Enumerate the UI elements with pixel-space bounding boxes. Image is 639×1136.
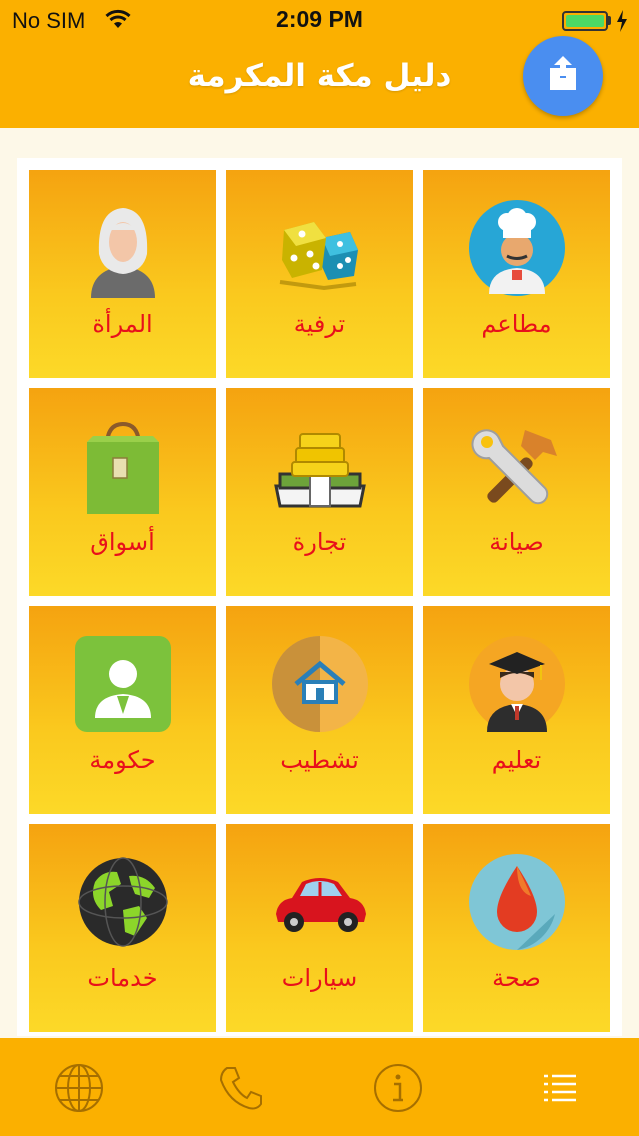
shopping-bag-icon	[87, 421, 159, 514]
tab-globe[interactable]	[53, 1062, 105, 1114]
blood-drop-icon	[469, 854, 565, 950]
category-tile-cars[interactable]: سيارات	[226, 824, 413, 1032]
battery-icon	[562, 11, 608, 31]
battery-tip	[608, 16, 611, 25]
category-label: مطاعم	[481, 310, 552, 338]
category-label: حكومة	[89, 746, 156, 774]
tab-bar	[0, 1038, 639, 1136]
category-tile-health[interactable]: صحة	[423, 824, 610, 1032]
category-tile-government[interactable]: حكومة	[29, 606, 216, 814]
chef-icon	[469, 200, 565, 296]
category-label: أسواق	[90, 528, 155, 556]
official-icon	[75, 636, 171, 732]
category-label: سيارات	[281, 964, 358, 992]
info-icon	[374, 1064, 422, 1112]
category-tile-services[interactable]: خدمات	[29, 824, 216, 1032]
globe-icon	[78, 857, 168, 947]
category-tile-education[interactable]: تعليم	[423, 606, 610, 814]
phone-icon	[219, 1067, 262, 1110]
category-label: المرأة	[92, 310, 153, 338]
status-time: 2:09 PM	[276, 6, 363, 32]
category-label: تجارة	[292, 528, 347, 556]
category-tile-entertainment[interactable]: ترفية	[226, 170, 413, 378]
category-grid: مطاعم ترفية المرأة صيانة تجارة أسواق تعل…	[17, 158, 622, 1036]
app-header: No SIM 2:09 PM دليل مكة المكرمة	[0, 0, 639, 128]
category-tile-restaurants[interactable]: مطاعم	[423, 170, 610, 378]
category-tile-trade[interactable]: تجارة	[226, 388, 413, 596]
category-tile-women[interactable]: المرأة	[29, 170, 216, 378]
woman-icon	[91, 208, 155, 298]
category-tile-maintenance[interactable]: صيانة	[423, 388, 610, 596]
list-icon	[544, 1074, 576, 1102]
tab-info[interactable]	[372, 1062, 424, 1114]
category-label: تشطيب	[280, 746, 359, 774]
status-bar: No SIM 2:09 PM	[0, 0, 639, 40]
car-icon	[276, 878, 366, 932]
dice-icon	[279, 222, 358, 291]
money-icon	[274, 433, 366, 508]
category-tile-finishing[interactable]: تشطيب	[226, 606, 413, 814]
share-button[interactable]	[523, 36, 603, 116]
charging-icon	[616, 10, 628, 37]
tab-phone[interactable]	[215, 1062, 267, 1114]
tools-icon	[471, 429, 557, 505]
tab-list[interactable]	[534, 1062, 586, 1114]
graduate-icon	[469, 636, 565, 732]
category-label: صحة	[492, 964, 541, 992]
house-icon	[272, 636, 368, 732]
category-label: خدمات	[87, 964, 158, 992]
share-icon	[550, 56, 576, 90]
category-label: ترفية	[293, 310, 346, 338]
category-label: صيانة	[489, 528, 544, 556]
globe-tab-icon	[55, 1064, 103, 1112]
category-tile-markets[interactable]: أسواق	[29, 388, 216, 596]
category-label: تعليم	[491, 746, 542, 774]
